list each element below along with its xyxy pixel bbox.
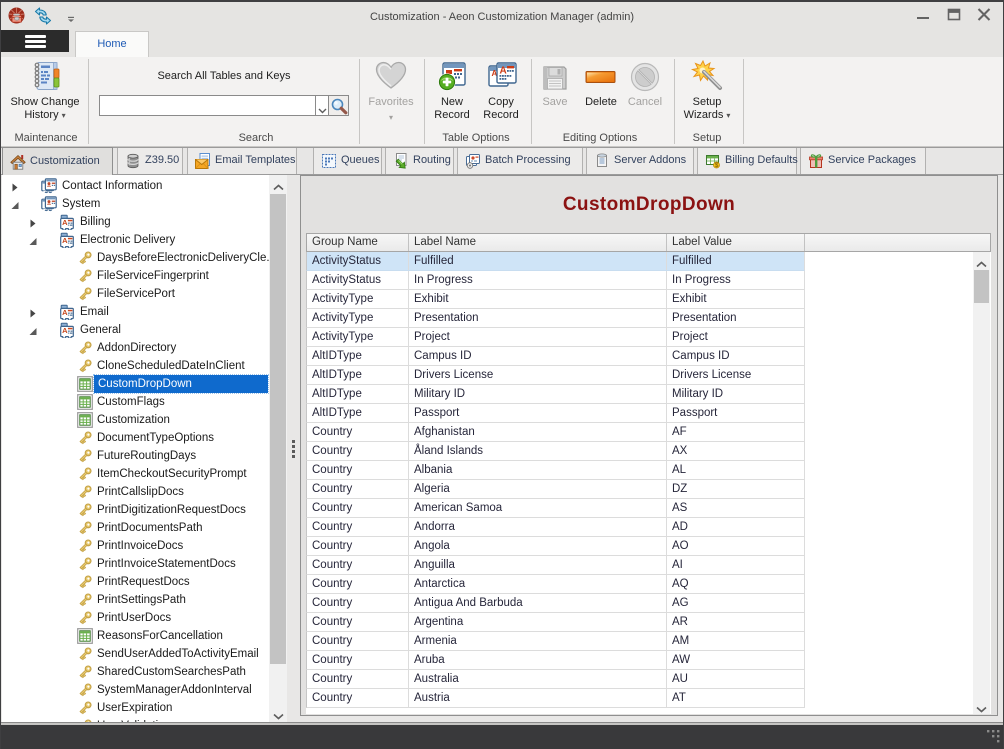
svg-text:A: A bbox=[500, 66, 507, 77]
svg-text:A: A bbox=[62, 218, 68, 227]
svg-text:A: A bbox=[62, 326, 68, 335]
svg-text:A: A bbox=[62, 308, 68, 317]
svg-text:A: A bbox=[62, 236, 68, 245]
